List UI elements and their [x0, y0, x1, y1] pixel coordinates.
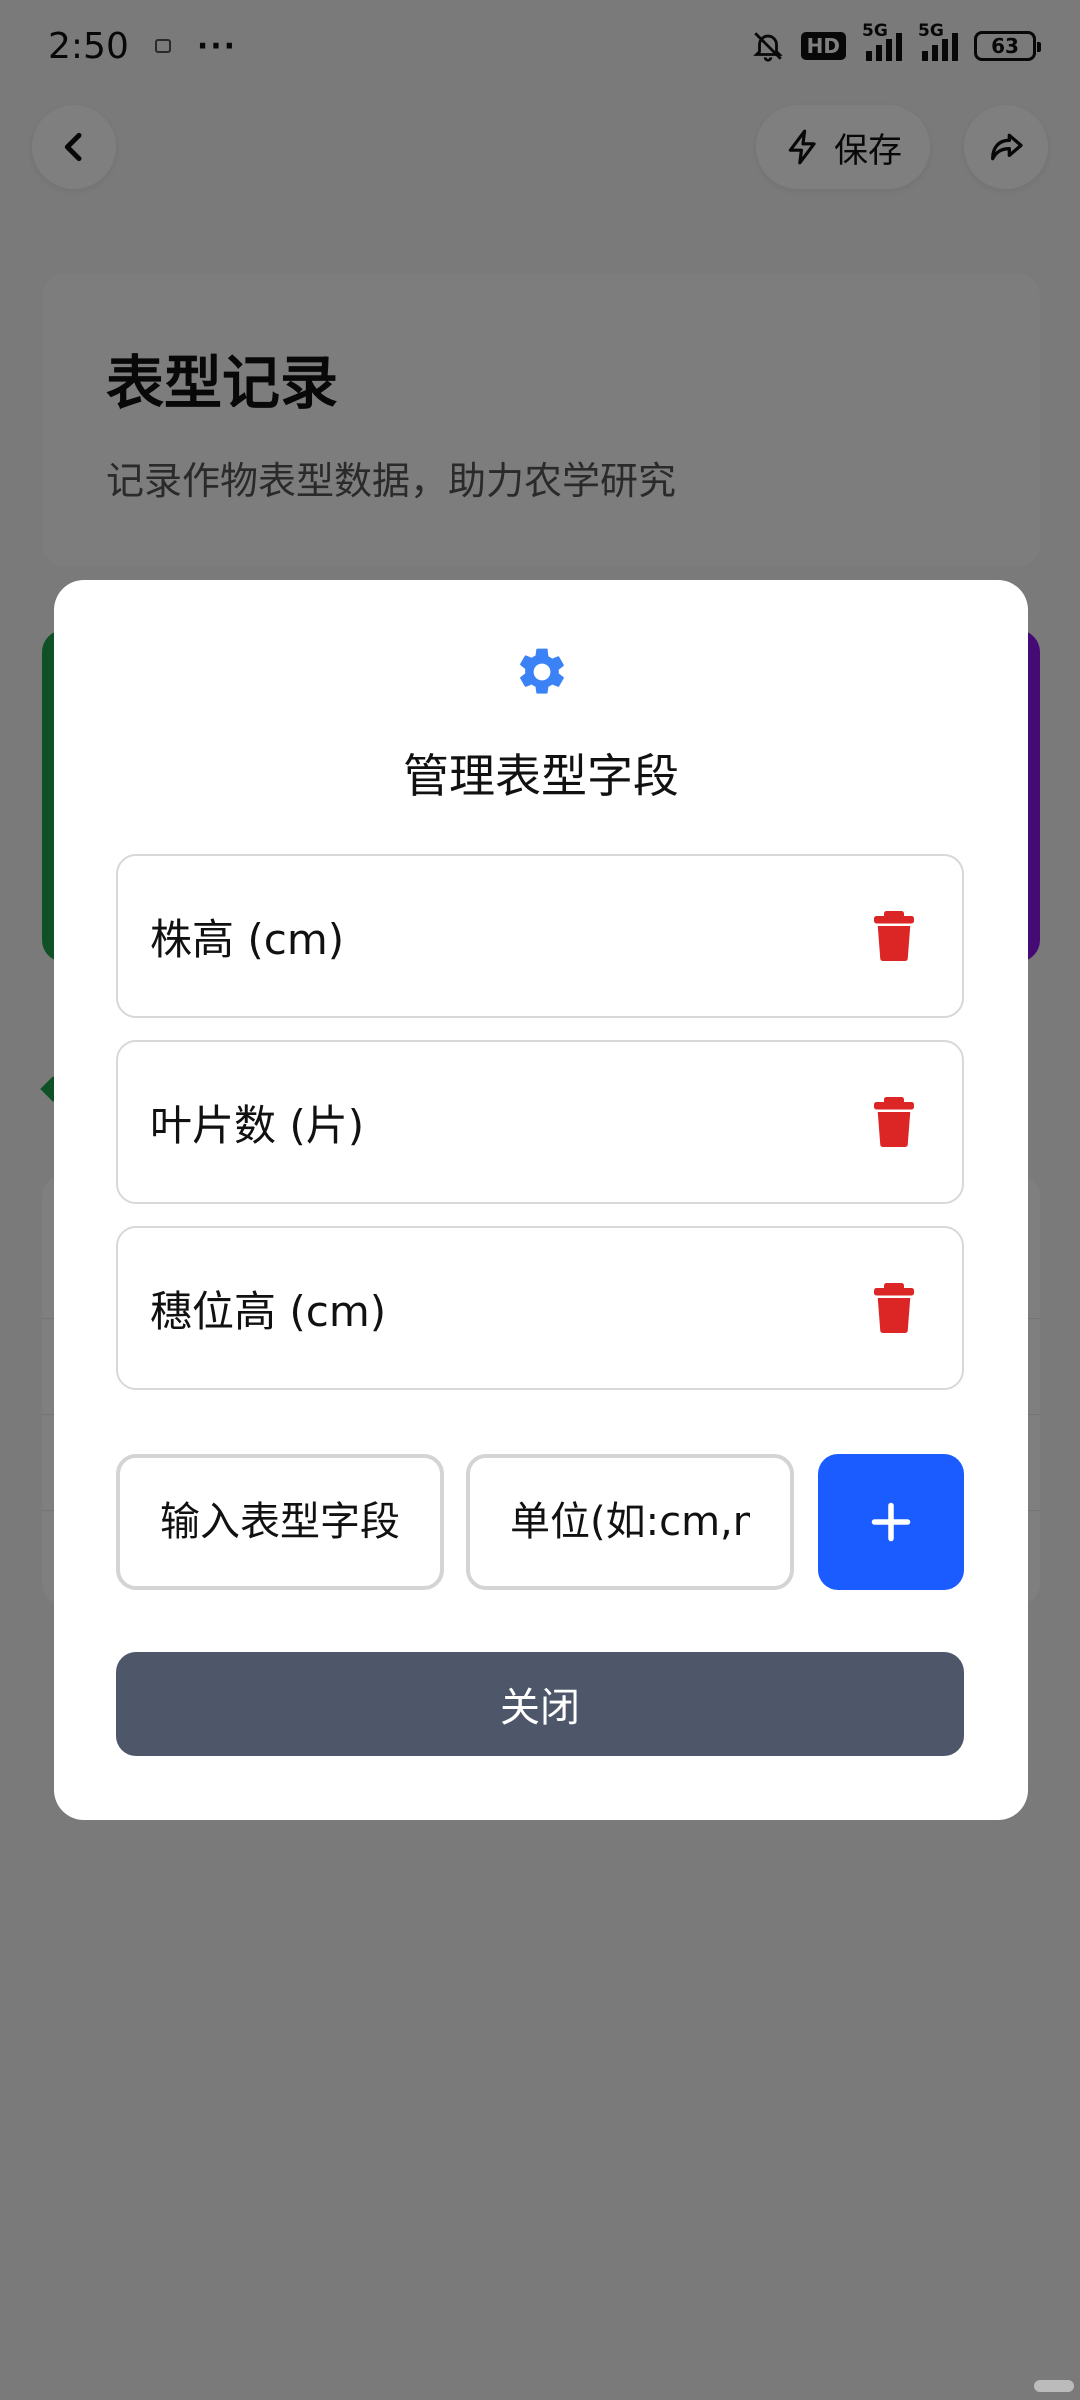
field-item: 穗位高 (cm)	[116, 1226, 964, 1390]
dialog-title: 管理表型字段	[403, 749, 679, 803]
trash-icon[interactable]	[874, 1283, 914, 1333]
field-label: 株高 (cm)	[150, 914, 345, 964]
field-unit-input[interactable]	[466, 1454, 794, 1590]
field-list: 株高 (cm) 叶片数 (片) 穗位高 (cm)	[116, 854, 964, 1412]
trash-icon[interactable]	[874, 1097, 914, 1147]
field-item: 叶片数 (片)	[116, 1040, 964, 1204]
field-item: 株高 (cm)	[116, 854, 964, 1018]
field-label: 叶片数 (片)	[150, 1100, 365, 1150]
gear-icon	[520, 648, 564, 694]
close-button[interactable]: 关闭	[116, 1652, 964, 1756]
field-label: 穗位高 (cm)	[150, 1286, 387, 1336]
plus-icon	[871, 1502, 911, 1542]
home-indicator	[1034, 2380, 1074, 2392]
add-field-button[interactable]	[818, 1454, 964, 1590]
manage-fields-dialog: 管理表型字段 株高 (cm) 叶片数 (片) 穗位高 (cm) 输入表型字段 单…	[54, 580, 1028, 1820]
trash-icon[interactable]	[874, 911, 914, 961]
add-field-row	[116, 1454, 964, 1590]
field-name-input[interactable]	[116, 1454, 444, 1590]
